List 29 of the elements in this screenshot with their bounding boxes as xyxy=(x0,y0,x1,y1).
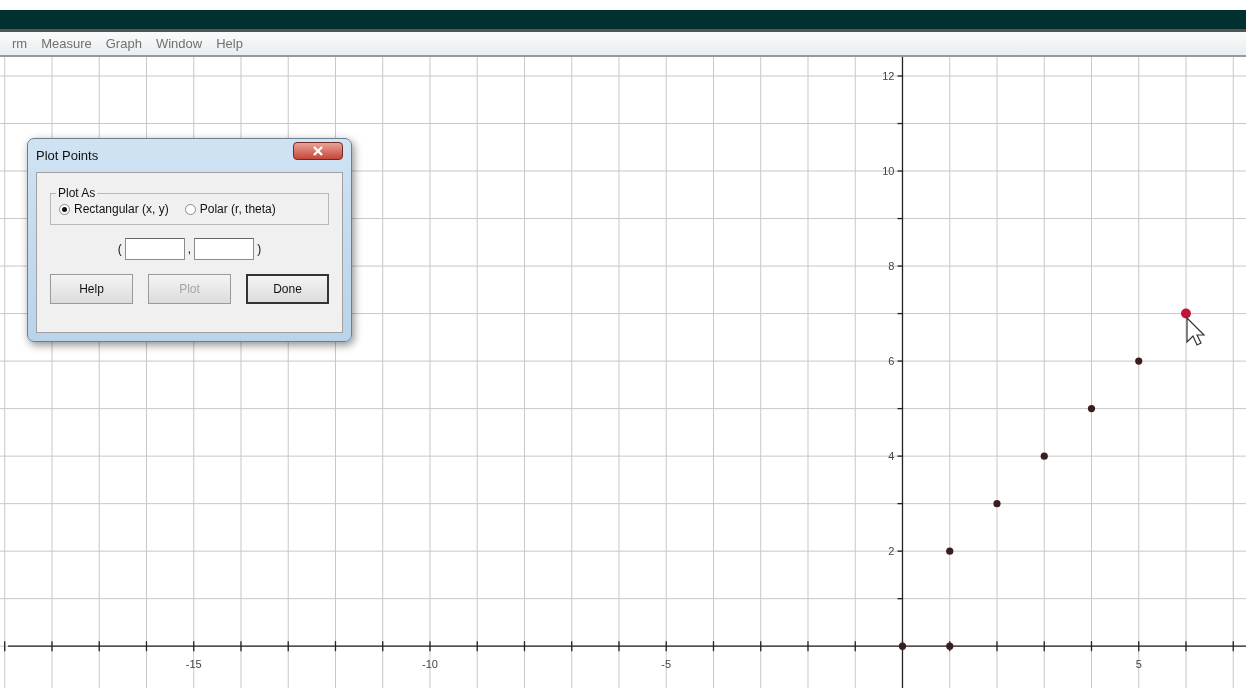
y-input-field[interactable] xyxy=(194,238,255,260)
cursor-icon xyxy=(1186,316,1206,346)
menu-item[interactable]: rm xyxy=(6,33,36,54)
axis-label: 4 xyxy=(888,450,895,463)
axis-label: 10 xyxy=(882,165,895,178)
axis-label: -5 xyxy=(661,658,672,671)
menu-item[interactable]: Graph xyxy=(99,33,150,54)
close-button[interactable] xyxy=(293,141,343,160)
dialog-button[interactable]: Help xyxy=(50,274,133,304)
menu-item[interactable]: Measure xyxy=(35,33,100,54)
dialog-title: Plot Points xyxy=(36,146,99,165)
axis-label: 12 xyxy=(882,70,895,82)
axis-label: -15 xyxy=(185,658,202,671)
comma: , xyxy=(187,241,192,258)
axis-label: 6 xyxy=(888,355,895,368)
menu-item[interactable]: Help xyxy=(210,33,251,54)
axis-label: 8 xyxy=(888,260,895,273)
menu-item[interactable]: Window xyxy=(149,33,211,54)
close-icon xyxy=(312,145,324,156)
parenthesis: ( xyxy=(117,241,122,258)
x-input-field[interactable] xyxy=(124,238,185,260)
axis-label: 5 xyxy=(1135,658,1142,671)
axis-label: 2 xyxy=(888,545,895,558)
dialog-button[interactable]: Done xyxy=(246,274,329,304)
parenthesis: ) xyxy=(257,241,262,258)
radio-option[interactable]: Polar (r, theta) xyxy=(184,200,276,218)
axis-label: -10 xyxy=(422,658,438,671)
group-label: Plot As xyxy=(57,187,97,199)
radio-option[interactable]: Rectangular (x, y) xyxy=(59,200,169,218)
